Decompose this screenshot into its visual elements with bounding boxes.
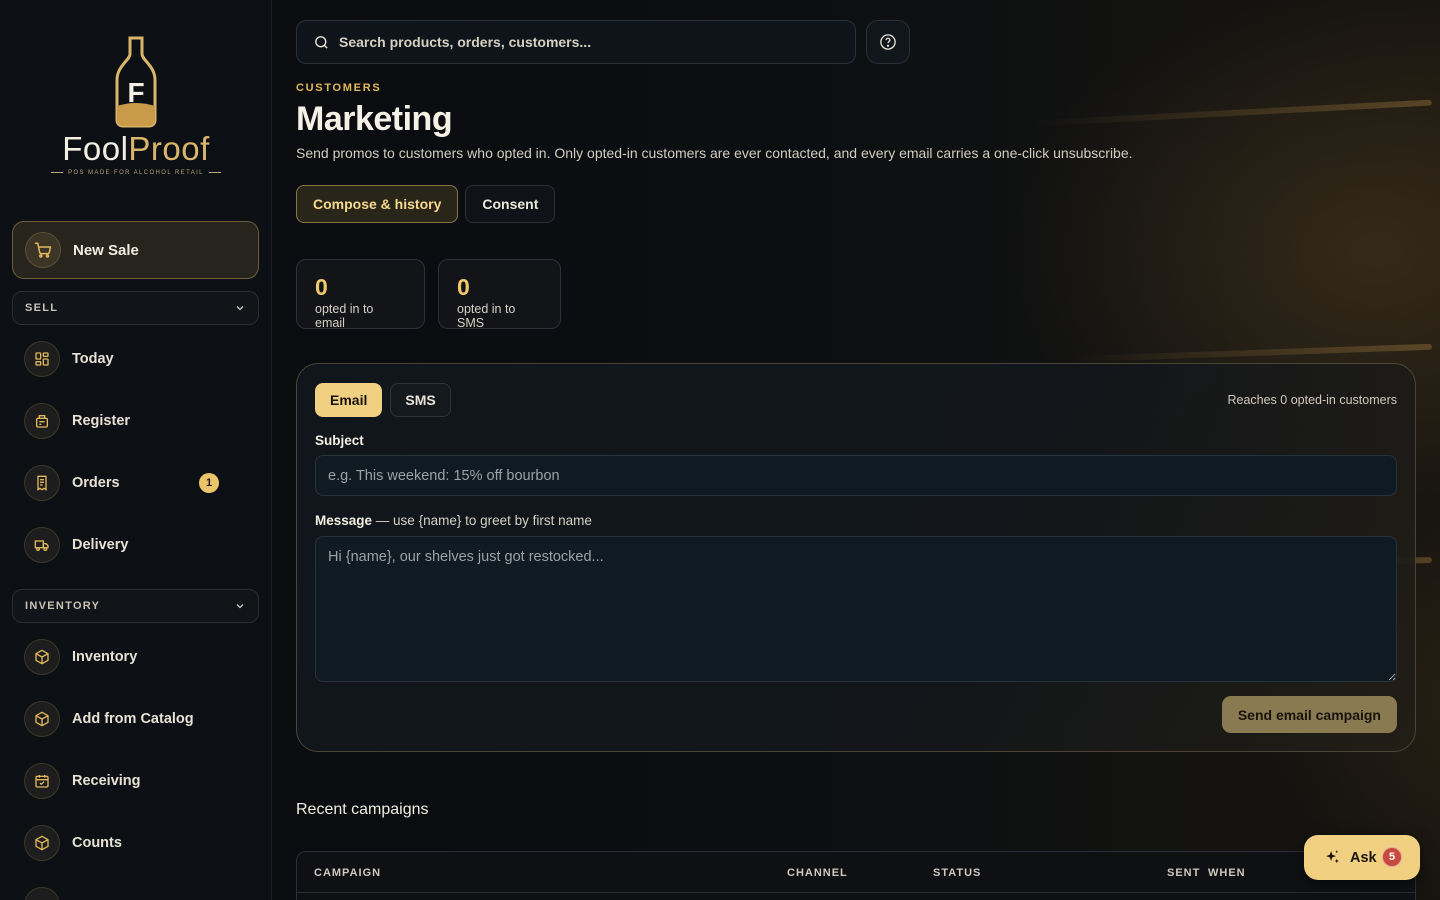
channel-toggle: Email SMS <box>315 383 451 417</box>
truck-icon <box>24 527 60 563</box>
sidebar-item-label: Orders <box>72 475 120 491</box>
send-email-campaign-button[interactable]: Send email campaign <box>1221 696 1397 733</box>
consent-stats: 0 opted in to email 0 opted in to SMS <box>296 259 561 330</box>
main-content: CUSTOMERS Marketing Send promos to custo… <box>296 0 1416 900</box>
stat-sms-optin: 0 opted in to SMS <box>438 259 561 330</box>
brand-tagline: POS MADE FOR ALCOHOL RETAIL <box>0 170 271 176</box>
page-subtitle: Send promos to customers who opted in. O… <box>296 145 1133 161</box>
sidebar-item-today[interactable]: Today <box>12 333 259 385</box>
box-icon <box>24 825 60 861</box>
tab-compose-history[interactable]: Compose & history <box>296 185 459 223</box>
sidebar-item-orders[interactable]: Orders 1 <box>12 457 259 509</box>
sidebar-item-label: Delivery <box>72 537 129 553</box>
orders-count-badge: 1 <box>199 473 219 493</box>
brand-logo[interactable]: F FoolProof POS MADE FOR ALCOHOL RETAIL <box>0 36 271 186</box>
register-icon <box>24 403 60 439</box>
column-header-campaign[interactable]: CAMPAIGN <box>314 867 381 879</box>
channel-email-button[interactable]: Email <box>315 383 383 417</box>
subject-label: Subject <box>315 433 364 448</box>
sidebar-item-inventory[interactable]: Inventory <box>12 631 259 683</box>
bottle-logo-icon: F <box>115 36 157 128</box>
stat-value: 0 <box>315 274 328 300</box>
sidebar-item-label: Register <box>72 413 131 429</box>
sparkles-icon <box>1326 850 1339 864</box>
sidebar-item-label: Add from Catalog <box>72 711 194 727</box>
section-sell-toggle[interactable]: SELL <box>12 291 259 325</box>
subject-input[interactable] <box>315 455 1397 496</box>
help-circle-icon <box>880 34 896 50</box>
page-title: Marketing <box>296 100 453 138</box>
sidebar-item-receiving[interactable]: Receiving <box>12 755 259 807</box>
chevron-down-icon <box>236 604 244 609</box>
svg-text:F: F <box>127 77 144 108</box>
box-icon <box>24 639 60 675</box>
campaigns-table: CAMPAIGN CHANNEL STATUS SENT WHEN <box>296 851 1416 900</box>
stat-label: opted in to email <box>315 302 374 330</box>
column-header-status[interactable]: STATUS <box>933 867 981 879</box>
page-eyebrow: CUSTOMERS <box>296 82 382 94</box>
stat-label: opted in to SMS <box>457 302 516 330</box>
column-header-when[interactable]: WHEN <box>1208 867 1246 879</box>
ask-count-badge: 5 <box>1382 847 1402 867</box>
sidebar-item-label: Receiving <box>72 773 141 789</box>
column-header-sent[interactable]: SENT <box>1167 867 1200 879</box>
sidebar-item-label: Today <box>72 351 114 367</box>
sidebar-item-label: Counts <box>72 835 122 851</box>
search-input[interactable] <box>339 34 819 50</box>
box-icon <box>24 701 60 737</box>
sidebar-item-counts[interactable]: Counts <box>12 817 259 869</box>
section-sell-label: SELL <box>25 302 59 314</box>
search-icon <box>315 35 328 49</box>
new-sale-button[interactable]: New Sale <box>12 221 259 279</box>
help-button[interactable] <box>866 20 910 64</box>
table-header-divider <box>297 892 1415 893</box>
tab-consent[interactable]: Consent <box>465 185 556 223</box>
recent-campaigns-title: Recent campaigns <box>296 801 429 818</box>
receipt-icon <box>24 465 60 501</box>
sidebar: F FoolProof POS MADE FOR ALCOHOL RETAIL … <box>0 0 272 900</box>
sidebar-item-partial[interactable] <box>12 879 259 900</box>
stat-email-optin: 0 opted in to email <box>296 259 425 330</box>
sidebar-item-label: Inventory <box>72 649 138 665</box>
column-header-channel[interactable]: CHANNEL <box>787 867 848 879</box>
message-label: Message — use {name} to greet by first n… <box>315 513 592 528</box>
box-icon <box>24 887 60 900</box>
stat-value: 0 <box>457 274 470 300</box>
section-inventory-label: INVENTORY <box>25 600 101 612</box>
sidebar-item-register[interactable]: Register <box>12 395 259 447</box>
sidebar-item-delivery[interactable]: Delivery <box>12 519 259 571</box>
ask-assistant-button[interactable]: Ask 5 <box>1304 835 1420 880</box>
sidebar-item-add-from-catalog[interactable]: Add from Catalog <box>12 693 259 745</box>
reach-count: Reaches 0 opted-in customers <box>1227 393 1397 407</box>
chevron-down-icon <box>236 306 244 311</box>
channel-sms-button[interactable]: SMS <box>390 383 451 417</box>
global-search[interactable] <box>296 20 856 64</box>
dashboard-icon <box>24 341 60 377</box>
campaign-composer: Email SMS Reaches 0 opted-in customers S… <box>296 363 1416 752</box>
ask-label: Ask <box>1350 849 1377 866</box>
new-sale-label: New Sale <box>73 241 139 259</box>
cart-icon <box>25 232 61 268</box>
message-textarea[interactable] <box>315 536 1397 682</box>
brand-wordmark: FoolProof <box>62 130 210 167</box>
section-inventory-toggle[interactable]: INVENTORY <box>12 589 259 623</box>
calendar-check-icon <box>24 763 60 799</box>
page-tabs: Compose & history Consent <box>296 185 556 223</box>
